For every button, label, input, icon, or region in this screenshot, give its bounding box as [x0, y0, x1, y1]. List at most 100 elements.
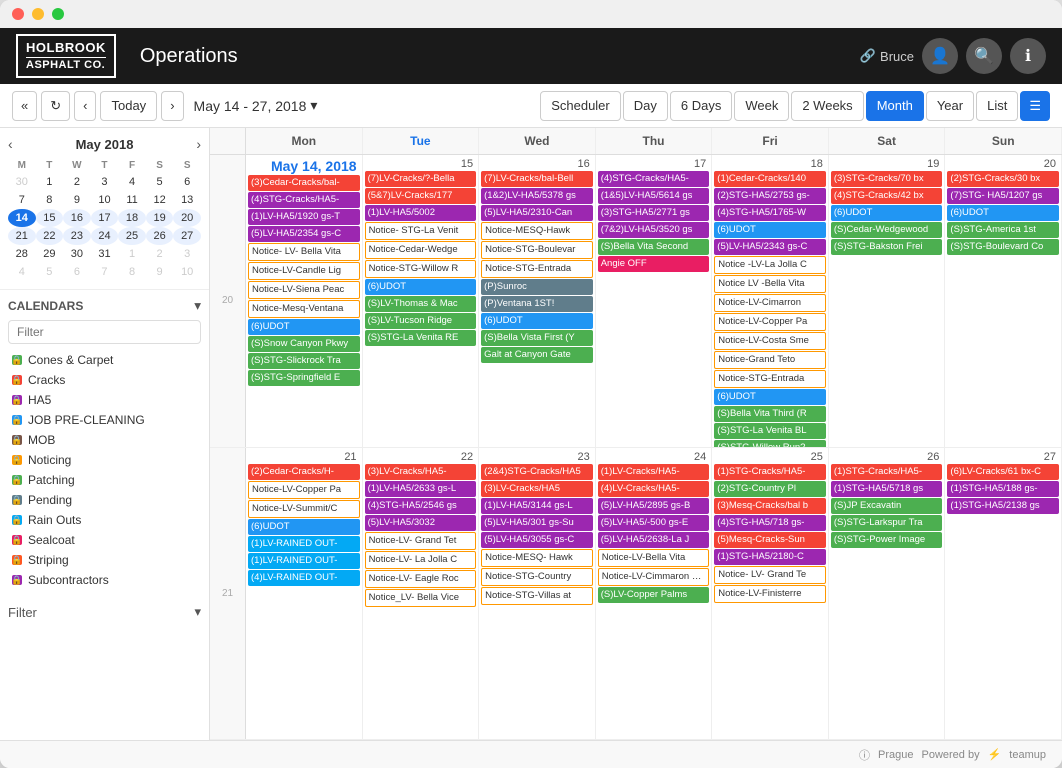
calendar-cell[interactable]: 25(1)STG-Cracks/HA5-(2)STG-Country Pl(3)…: [712, 448, 829, 740]
calendar-event[interactable]: (4)STG-Cracks/HA5-: [598, 171, 710, 187]
calendar-item[interactable]: 🔒 Rain Outs: [8, 510, 201, 530]
calendar-event[interactable]: (4)STG-Cracks/42 bx: [831, 188, 943, 204]
mini-cal-day[interactable]: 26: [146, 227, 174, 245]
mini-cal-day[interactable]: 5: [36, 263, 64, 281]
calendar-item[interactable]: 🔒 HA5: [8, 390, 201, 410]
mini-cal-day[interactable]: 15: [36, 209, 64, 227]
mini-cal-day[interactable]: 22: [36, 227, 64, 245]
calendar-event[interactable]: (S)STG-Willow Run?: [714, 440, 826, 447]
calendar-event[interactable]: Notice_LV- Bella Vice: [365, 589, 477, 607]
mini-cal-day[interactable]: 20: [173, 209, 201, 227]
refresh-btn[interactable]: ↻: [41, 91, 70, 121]
calendar-event[interactable]: (5)LV-HA5/3055 gs-C: [481, 532, 593, 548]
calendar-event[interactable]: (1&2)LV-HA5/5378 gs: [481, 188, 593, 204]
calendar-event[interactable]: (S)Bella Vita Third (R: [714, 406, 826, 422]
calendar-event[interactable]: Notice-MESQ- Hawk: [481, 549, 593, 567]
calendar-event[interactable]: Notice-LV-Bella Vita: [598, 549, 710, 567]
calendar-event[interactable]: (6)UDOT: [714, 389, 826, 405]
calendar-cell[interactable]: 15(7)LV-Cracks/?-Bella(5&7)LV-Cracks/177…: [363, 155, 480, 447]
calendar-cell[interactable]: 24(1)LV-Cracks/HA5-(4)LV-Cracks/HA5-(5)L…: [596, 448, 713, 740]
calendar-event[interactable]: (5)LV-HA5/2895 gs-B: [598, 498, 710, 514]
calendar-event[interactable]: (6)LV-Cracks/61 bx-C: [947, 464, 1059, 480]
calendar-event[interactable]: (3)Mesq-Cracks/bal b: [714, 498, 826, 514]
year-btn[interactable]: Year: [926, 91, 974, 121]
date-range[interactable]: May 14 - 27, 2018 ▾: [188, 97, 324, 114]
calendar-event[interactable]: Angie OFF: [598, 256, 710, 272]
prev-prev-btn[interactable]: «: [12, 91, 37, 121]
calendar-event[interactable]: (1)STG-HA5/2180-C: [714, 549, 826, 565]
calendar-event[interactable]: Notice-LV-Summit/C: [248, 500, 360, 518]
calendar-event[interactable]: (S)Bella Vista First (Y: [481, 330, 593, 346]
calendar-event[interactable]: Notice-LV-Cimarron: [714, 294, 826, 312]
mini-cal-day[interactable]: 12: [146, 191, 174, 209]
calendar-event[interactable]: Notice-MESQ-Hawk: [481, 222, 593, 240]
mini-cal-day[interactable]: 17: [91, 209, 119, 227]
calendar-event[interactable]: (5)LV-HA5/3032: [365, 515, 477, 531]
calendar-event[interactable]: (S)LV-Tucson Ridge: [365, 313, 477, 329]
mini-cal-day[interactable]: 24: [91, 227, 119, 245]
calendar-event[interactable]: (1)STG-Cracks/HA5-: [831, 464, 943, 480]
mini-cal-day[interactable]: 7: [91, 263, 119, 281]
mini-cal-day[interactable]: 4: [8, 263, 36, 281]
mini-cal-day[interactable]: 2: [146, 245, 174, 263]
calendar-item[interactable]: 🔒 Cones & Carpet: [8, 350, 201, 370]
mini-cal-day[interactable]: 1: [118, 245, 146, 263]
calendar-event[interactable]: (1)STG-HA5/2138 gs: [947, 498, 1059, 514]
calendar-cell[interactable]: May 14, 2018(3)Cedar-Cracks/bal-(4)STG-C…: [246, 155, 363, 447]
6days-btn[interactable]: 6 Days: [670, 91, 732, 121]
calendar-event[interactable]: Notice-STG-Country: [481, 568, 593, 586]
mini-cal-prev[interactable]: ‹: [8, 136, 13, 152]
mini-cal-day[interactable]: 8: [118, 263, 146, 281]
calendar-event[interactable]: (1)LV-Cracks/HA5-: [598, 464, 710, 480]
calendar-event[interactable]: Notice-LV-Copper Pa: [248, 481, 360, 499]
calendar-event[interactable]: (S)JP Excavatin: [831, 498, 943, 514]
calendar-cell[interactable]: 27(6)LV-Cracks/61 bx-C(1)STG-HA5/188 gs-…: [945, 448, 1062, 740]
calendar-event[interactable]: (S)STG-Larkspur Tra: [831, 515, 943, 531]
calendar-cell[interactable]: 17(4)STG-Cracks/HA5-(1&5)LV-HA5/5614 gs(…: [596, 155, 713, 447]
mini-cal-day[interactable]: 9: [146, 263, 174, 281]
calendar-item[interactable]: 🔒 Pending: [8, 490, 201, 510]
calendar-event[interactable]: (2)Cedar-Cracks/H-: [248, 464, 360, 480]
calendar-event[interactable]: (S)STG-Power Image: [831, 532, 943, 548]
calendar-event[interactable]: (6)UDOT: [365, 279, 477, 295]
minimize-btn[interactable]: [32, 8, 44, 20]
calendar-event[interactable]: (6)UDOT: [831, 205, 943, 221]
close-btn[interactable]: [12, 8, 24, 20]
calendar-event[interactable]: (2)STG-Cracks/30 bx: [947, 171, 1059, 187]
calendar-cell[interactable]: 20(2)STG-Cracks/30 bx(7)STG- HA5/1207 gs…: [945, 155, 1062, 447]
calendar-event[interactable]: (4)LV-Cracks/HA5-: [598, 481, 710, 497]
next-btn[interactable]: ›: [161, 91, 183, 121]
calendar-event[interactable]: Notice-STG-Entrada: [714, 370, 826, 388]
mini-cal-day[interactable]: 29: [36, 245, 64, 263]
calendar-event[interactable]: (5)LV-HA5/2343 gs-C: [714, 239, 826, 255]
menu-btn[interactable]: ☰: [1020, 91, 1050, 121]
mini-cal-day[interactable]: 7: [8, 191, 36, 209]
mini-cal-day[interactable]: 1: [36, 173, 64, 191]
mini-cal-day[interactable]: 10: [91, 191, 119, 209]
mini-cal-day[interactable]: 6: [63, 263, 91, 281]
calendar-event[interactable]: Notice-LV-Copper Pa: [714, 313, 826, 331]
calendar-event[interactable]: (3)LV-Cracks/HA5-: [365, 464, 477, 480]
calendar-event[interactable]: (3)Cedar-Cracks/bal-: [248, 175, 360, 191]
calendar-event[interactable]: (5)LV-HA5/301 gs-Su: [481, 515, 593, 531]
calendar-cell[interactable]: 18(1)Cedar-Cracks/140(2)STG-HA5/2753 gs-…: [712, 155, 829, 447]
calendar-event[interactable]: (1)Cedar-Cracks/140: [714, 171, 826, 187]
calendar-event[interactable]: (2)STG-HA5/2753 gs-: [714, 188, 826, 204]
calendar-event[interactable]: (7)LV-Cracks/bal-Bell: [481, 171, 593, 187]
mini-cal-day[interactable]: 13: [173, 191, 201, 209]
scheduler-btn[interactable]: Scheduler: [540, 91, 621, 121]
calendar-event[interactable]: (S)STG-America 1st: [947, 222, 1059, 238]
calendar-event[interactable]: Notice-LV-Finisterre: [714, 585, 826, 603]
user-link[interactable]: 🔗 Bruce: [860, 48, 914, 64]
mini-cal-day[interactable]: 28: [8, 245, 36, 263]
calendar-event[interactable]: Notice- LV- Grand Te: [714, 566, 826, 584]
today-btn[interactable]: Today: [100, 91, 157, 121]
calendar-item[interactable]: 🔒 Cracks: [8, 370, 201, 390]
prev-btn[interactable]: ‹: [74, 91, 96, 121]
calendar-cell[interactable]: 26(1)STG-Cracks/HA5-(1)STG-HA5/5718 gs(S…: [829, 448, 946, 740]
calendar-event[interactable]: Notice-LV- Grand Tet: [365, 532, 477, 550]
calendar-event[interactable]: (7)STG- HA5/1207 gs: [947, 188, 1059, 204]
calendar-event[interactable]: Notice-LV-Cimmaron Wes: [598, 568, 710, 586]
calendar-item[interactable]: 🔒 Sealcoat: [8, 530, 201, 550]
mini-cal-day[interactable]: 30: [63, 245, 91, 263]
